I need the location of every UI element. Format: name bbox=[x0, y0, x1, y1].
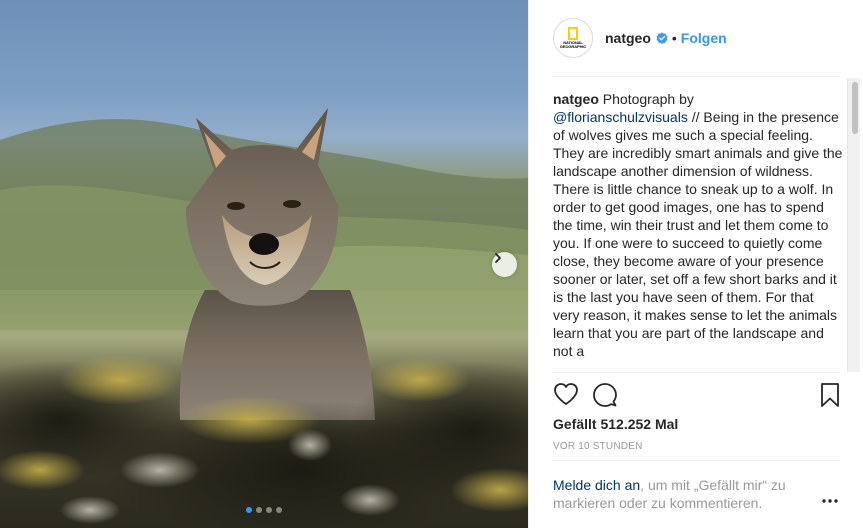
scrollbar-thumb[interactable] bbox=[852, 82, 858, 134]
carousel-dot-1 bbox=[246, 507, 252, 513]
caption-scrollbar[interactable] bbox=[847, 78, 860, 372]
carousel-indicator bbox=[246, 507, 282, 513]
header-divider bbox=[553, 76, 839, 77]
carousel-dot-3 bbox=[266, 507, 272, 513]
header-separator: • bbox=[671, 30, 677, 46]
natgeo-frame-icon bbox=[568, 26, 578, 40]
heart-icon[interactable] bbox=[553, 382, 579, 406]
caption-body: // Being in the presence of wolves gives… bbox=[553, 109, 843, 359]
post-header: NATIONAL GEOGRAPHIC natgeo • Folgen bbox=[553, 16, 839, 60]
carousel-dot-2 bbox=[256, 507, 262, 513]
caption-container[interactable]: natgeo Photograph by @florianschulzvisual… bbox=[553, 90, 843, 372]
natgeo-logo: NATIONAL GEOGRAPHIC bbox=[554, 26, 592, 50]
post-side-panel: NATIONAL GEOGRAPHIC natgeo • Folgen natg… bbox=[528, 0, 863, 528]
carousel-dot-4 bbox=[276, 507, 282, 513]
action-bar bbox=[553, 382, 843, 408]
login-prompt: Melde dich an, um mit „Gefällt mir“ zu m… bbox=[553, 476, 815, 512]
caption-username[interactable]: natgeo bbox=[553, 91, 599, 107]
post-photo[interactable] bbox=[0, 0, 528, 528]
comment-icon[interactable] bbox=[592, 382, 618, 408]
caption-mention-link[interactable]: @florianschulzvisuals bbox=[553, 109, 688, 125]
actions-divider bbox=[553, 372, 839, 373]
login-link[interactable]: Melde dich an bbox=[553, 477, 640, 493]
like-count[interactable]: Gefällt 512.252 Mal bbox=[553, 416, 678, 432]
caption-intro: Photograph by bbox=[598, 91, 694, 107]
caption-text: natgeo Photograph by @florianschulzvisual… bbox=[553, 90, 843, 360]
header-username[interactable]: natgeo bbox=[605, 30, 651, 46]
verified-badge-icon bbox=[656, 32, 668, 44]
natgeo-logo-text: NATIONAL GEOGRAPHIC bbox=[559, 39, 587, 49]
more-options-icon[interactable] bbox=[821, 492, 839, 510]
post-timestamp[interactable]: VOR 10 STUNDEN bbox=[553, 441, 643, 452]
chevron-right-icon bbox=[495, 253, 501, 263]
next-photo-button[interactable] bbox=[492, 252, 517, 277]
wolf-photo-illustration bbox=[0, 108, 528, 528]
avatar[interactable]: NATIONAL GEOGRAPHIC bbox=[553, 18, 593, 58]
follow-button[interactable]: Folgen bbox=[681, 30, 727, 46]
bookmark-icon[interactable] bbox=[819, 382, 841, 408]
login-divider bbox=[553, 460, 839, 461]
